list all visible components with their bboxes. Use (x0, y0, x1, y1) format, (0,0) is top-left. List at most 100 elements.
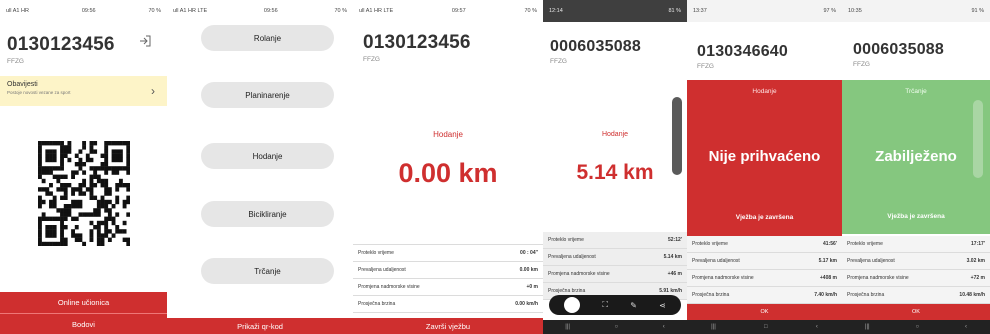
qr-module (107, 191, 112, 196)
screen-result-recorded: 10:35 91 % 0006035088 FFZG Trčanje Zabil… (842, 0, 990, 334)
points-button[interactable]: Bodovi (0, 314, 167, 334)
stat-label: Proteklo vrijeme (692, 241, 728, 247)
qr-module (38, 233, 42, 238)
qr-module (52, 149, 57, 154)
record-icon[interactable] (564, 297, 581, 313)
logout-icon[interactable] (137, 33, 153, 49)
qr-module (100, 195, 105, 200)
qr-module (118, 229, 123, 234)
qr-module (56, 166, 61, 171)
qr-module (74, 153, 79, 158)
qr-module (52, 199, 57, 205)
finish-workout-button[interactable]: Završi vježbu (353, 318, 543, 334)
qr-module (104, 208, 109, 213)
qr-module (74, 187, 79, 192)
qr-module (82, 191, 87, 196)
draw-icon[interactable]: ✎ (630, 301, 637, 310)
activity-option-rolanje[interactable]: Rolanje (201, 25, 334, 51)
header: 0006035088 FFZG (853, 41, 944, 68)
qr-module (52, 166, 57, 171)
qr-module (67, 145, 72, 150)
qr-module (82, 178, 87, 184)
qr-module (56, 216, 61, 221)
qr-module (38, 145, 42, 150)
qr-module (115, 149, 120, 154)
qr-module (63, 183, 68, 188)
distance-value: 5.14 km (576, 161, 654, 184)
qr-module (38, 166, 42, 171)
qr-module (122, 199, 127, 205)
qr-module (49, 216, 53, 221)
activity-option-trcanje[interactable]: Trčanje (201, 258, 334, 284)
notice-banner[interactable]: Obavijesti Postoje novosti vezane za spo… (0, 76, 167, 106)
qr-module (89, 187, 94, 192)
stat-value: 5.17 km (818, 258, 837, 264)
crop-icon[interactable]: ⛶ (602, 300, 608, 310)
qr-module (122, 220, 127, 226)
qr-module (104, 141, 109, 146)
qr-module (78, 199, 83, 205)
qr-module (111, 220, 116, 226)
stat-row: Prosječna brzina 7.40 km/h (687, 287, 842, 304)
back-icon[interactable]: ‹ (965, 324, 967, 330)
qr-module (67, 141, 72, 146)
recents-icon[interactable]: ||| (865, 324, 870, 330)
qr-module (100, 237, 105, 242)
qr-module (63, 153, 68, 158)
qr-module (60, 166, 64, 171)
activity-name: Trčanje (905, 88, 927, 95)
recents-icon[interactable]: ||| (565, 324, 570, 330)
qr-module (41, 241, 46, 247)
qr-module (89, 191, 94, 196)
qr-module (122, 166, 127, 171)
recents-icon[interactable]: ||| (711, 324, 716, 330)
qr-module (60, 233, 64, 238)
share-icon[interactable]: ⋖ (659, 301, 666, 310)
ok-button[interactable]: OK (842, 304, 990, 320)
scroll-handle[interactable] (973, 100, 983, 178)
qr-module (126, 187, 131, 192)
qr-module (115, 195, 120, 200)
activity-option-hodanje[interactable]: Hodanje (201, 143, 334, 169)
qr-module (60, 195, 64, 200)
ok-button[interactable]: OK (687, 304, 842, 320)
back-icon[interactable]: ‹ (816, 324, 818, 330)
stat-value: 52:12' (668, 237, 682, 243)
show-qr-button[interactable]: Prikaži qr-kod (167, 318, 353, 334)
stat-row: Prevaljena udaljenost 5.17 km (687, 253, 842, 270)
qr-module (96, 241, 101, 247)
home-icon[interactable]: ○ (916, 324, 920, 330)
qr-module (104, 229, 109, 234)
qr-module (45, 229, 50, 234)
qr-module (38, 204, 42, 209)
home-icon[interactable]: □ (764, 324, 768, 330)
distance-value: 0.00 km (398, 158, 498, 188)
qr-module (96, 208, 101, 213)
qr-module (56, 178, 61, 184)
qr-module (111, 170, 116, 175)
qr-module (111, 233, 116, 238)
back-icon[interactable]: ‹ (663, 324, 665, 330)
online-classroom-button[interactable]: Online učionica (0, 292, 167, 314)
activity-label: Rolanje (253, 33, 282, 43)
qr-module (78, 212, 83, 217)
status-bar: 10:35 91 % (842, 0, 990, 22)
qr-module (111, 216, 116, 221)
activity-option-planinarenje[interactable]: Planinarenje (201, 82, 334, 108)
qr-module (49, 141, 53, 146)
qr-module (100, 220, 105, 226)
activity-label: Bicikliranje (248, 209, 287, 219)
qr-module (49, 199, 53, 205)
student-id: 0130123456 (363, 32, 471, 53)
home-icon[interactable]: ○ (615, 324, 619, 330)
qr-module (60, 157, 64, 163)
stat-value: 5.91 km/h (659, 288, 682, 294)
activity-option-bicikliranje[interactable]: Bicikliranje (201, 201, 334, 227)
status-time: 09:56 (263, 8, 278, 14)
qr-module (118, 149, 123, 154)
qr-module (52, 195, 57, 200)
status-bar: 12:14 81 % (543, 0, 687, 22)
qr-module (60, 220, 64, 226)
qr-module (74, 204, 79, 209)
qr-module (96, 166, 101, 171)
